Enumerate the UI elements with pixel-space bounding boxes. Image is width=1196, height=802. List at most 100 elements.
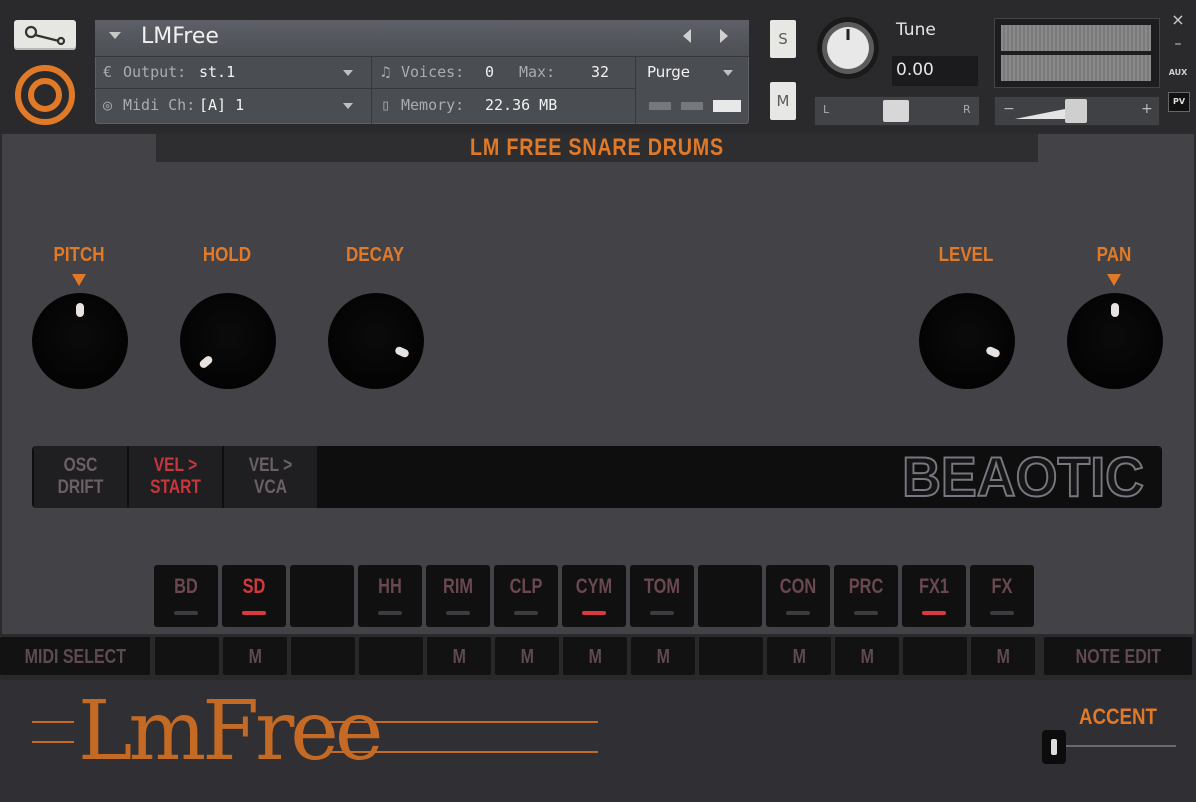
- drum-pad-label: PRC: [848, 575, 884, 598]
- pan-handle[interactable]: [883, 100, 909, 122]
- vel-vca-button[interactable]: VEL > VCA: [224, 446, 317, 508]
- midi-select-button[interactable]: MIDI SELECT: [0, 637, 150, 675]
- midi-select-cell[interactable]: [359, 637, 423, 675]
- midi-select-cell[interactable]: [155, 637, 219, 675]
- pan-label: PAN: [1096, 244, 1132, 266]
- purge-button[interactable]: Purge: [647, 63, 690, 81]
- purge-indicator-3: [713, 100, 741, 112]
- collapse-arrow-icon[interactable]: [109, 32, 121, 39]
- output-value[interactable]: st.1: [199, 63, 235, 81]
- drum-pad-label: TOM: [643, 575, 681, 598]
- drum-pad-clp[interactable]: CLP: [494, 565, 558, 627]
- note-edit-button[interactable]: NOTE EDIT: [1044, 637, 1192, 675]
- midi-select-cell[interactable]: M: [835, 637, 899, 675]
- vel-start-button[interactable]: VEL > START: [129, 446, 222, 508]
- drum-pad-sd[interactable]: SD: [222, 565, 286, 627]
- midi-select-cell[interactable]: M: [971, 637, 1035, 675]
- drum-pad-fx1[interactable]: FX1: [902, 565, 966, 627]
- memory-value: 22.36 MB: [485, 96, 558, 114]
- voices-label: Voices:: [401, 63, 465, 81]
- meter-right: [1001, 55, 1151, 81]
- drum-pad-indicator: [378, 611, 402, 615]
- tune-display: Tune 0.00: [892, 16, 978, 86]
- drum-pad-indicator: [582, 611, 606, 615]
- logo-text: LmFree: [78, 684, 383, 779]
- drum-pad-prc[interactable]: PRC: [834, 565, 898, 627]
- accent-slider-handle[interactable]: [1042, 730, 1066, 764]
- mute-button[interactable]: M: [770, 82, 796, 120]
- accent-label: ACCENT: [1079, 704, 1157, 729]
- midi-select-cell[interactable]: M: [427, 637, 491, 675]
- drum-pad-label: RIM: [442, 575, 474, 598]
- drum-pad-indicator: [990, 611, 1014, 615]
- close-button[interactable]: ×: [1168, 10, 1188, 29]
- beaotic-logo: BEAOTIC: [901, 445, 1145, 508]
- pan-knob[interactable]: [1067, 293, 1163, 389]
- max-voices-label: Max:: [519, 63, 556, 81]
- drum-pad-empty[interactable]: [698, 565, 762, 627]
- instrument-logo-icon: [14, 64, 76, 126]
- midi-select-cell[interactable]: M: [563, 637, 627, 675]
- pan-right-label: R: [963, 103, 971, 116]
- pitch-knob[interactable]: [32, 293, 128, 389]
- drum-pad-fx[interactable]: FX: [970, 565, 1034, 627]
- max-voices-value[interactable]: 32: [591, 63, 609, 81]
- volume-plus: +: [1141, 101, 1153, 117]
- tune-value[interactable]: 0.00: [896, 60, 934, 80]
- decay-knob[interactable]: [328, 293, 424, 389]
- memory-label: Memory:: [401, 96, 465, 114]
- midi-select-cell[interactable]: M: [223, 637, 287, 675]
- output-dropdown-icon[interactable]: [343, 70, 353, 76]
- next-instrument-icon[interactable]: [720, 29, 728, 43]
- drum-pad-hh[interactable]: HH: [358, 565, 422, 627]
- midi-channel-dropdown-icon[interactable]: [343, 103, 353, 109]
- osc-drift-button[interactable]: OSC DRIFT: [34, 446, 127, 508]
- pan-slider[interactable]: L R: [814, 96, 980, 126]
- drum-pad-label: CLP: [509, 575, 543, 598]
- drum-pad-indicator: [650, 611, 674, 615]
- purge-dropdown-icon[interactable]: [723, 70, 733, 76]
- tune-knob[interactable]: [816, 16, 880, 80]
- meter-left: [1001, 25, 1151, 51]
- memory-icon: ▯: [381, 96, 391, 114]
- midi-select-cell[interactable]: [291, 637, 355, 675]
- drum-pad-label: HH: [378, 575, 402, 598]
- midi-select-cell[interactable]: M: [631, 637, 695, 675]
- prev-instrument-icon[interactable]: [683, 29, 691, 43]
- midi-select-cell[interactable]: [903, 637, 967, 675]
- drum-pad-indicator: [174, 611, 198, 615]
- drum-pad-label: CYM: [575, 575, 613, 598]
- pan-center-arrow-icon: [1107, 274, 1121, 286]
- aux-button[interactable]: AUX: [1165, 68, 1191, 77]
- midi-select-cell[interactable]: M: [767, 637, 831, 675]
- hold-knob[interactable]: [180, 293, 276, 389]
- drum-pad-indicator: [922, 611, 946, 615]
- drum-pad-indicator: [446, 611, 470, 615]
- midi-select-cell[interactable]: [699, 637, 763, 675]
- volume-handle[interactable]: [1065, 99, 1087, 123]
- decay-label: DECAY: [346, 244, 404, 266]
- solo-button[interactable]: S: [770, 20, 796, 58]
- instrument-name[interactable]: LMFree: [141, 24, 219, 49]
- wrench-icon: [24, 25, 66, 46]
- drum-pad-rim[interactable]: RIM: [426, 565, 490, 627]
- level-knob[interactable]: [919, 293, 1015, 389]
- drum-pad-con[interactable]: CON: [766, 565, 830, 627]
- voices-value: 0: [485, 63, 495, 81]
- volume-slider[interactable]: − +: [994, 96, 1160, 126]
- drum-pad-bd[interactable]: BD: [154, 565, 218, 627]
- drum-pad-tom[interactable]: TOM: [630, 565, 694, 627]
- instrument-edit-button[interactable]: [14, 20, 76, 50]
- accent-slider-track[interactable]: [1050, 745, 1176, 747]
- output-label: Output:: [123, 63, 187, 81]
- drum-pad-cym[interactable]: CYM: [562, 565, 626, 627]
- pv-button[interactable]: PV: [1168, 92, 1190, 112]
- midi-channel-value[interactable]: [A] 1: [199, 96, 244, 114]
- minimize-button[interactable]: –: [1168, 36, 1188, 52]
- drum-pad-empty[interactable]: [290, 565, 354, 627]
- volume-minus: −: [1003, 101, 1015, 117]
- voices-icon: ♫: [381, 63, 391, 81]
- drum-pad-label: FX1: [918, 575, 950, 598]
- page-title: LM FREE SNARE DRUMS: [470, 134, 724, 161]
- midi-select-cell[interactable]: M: [495, 637, 559, 675]
